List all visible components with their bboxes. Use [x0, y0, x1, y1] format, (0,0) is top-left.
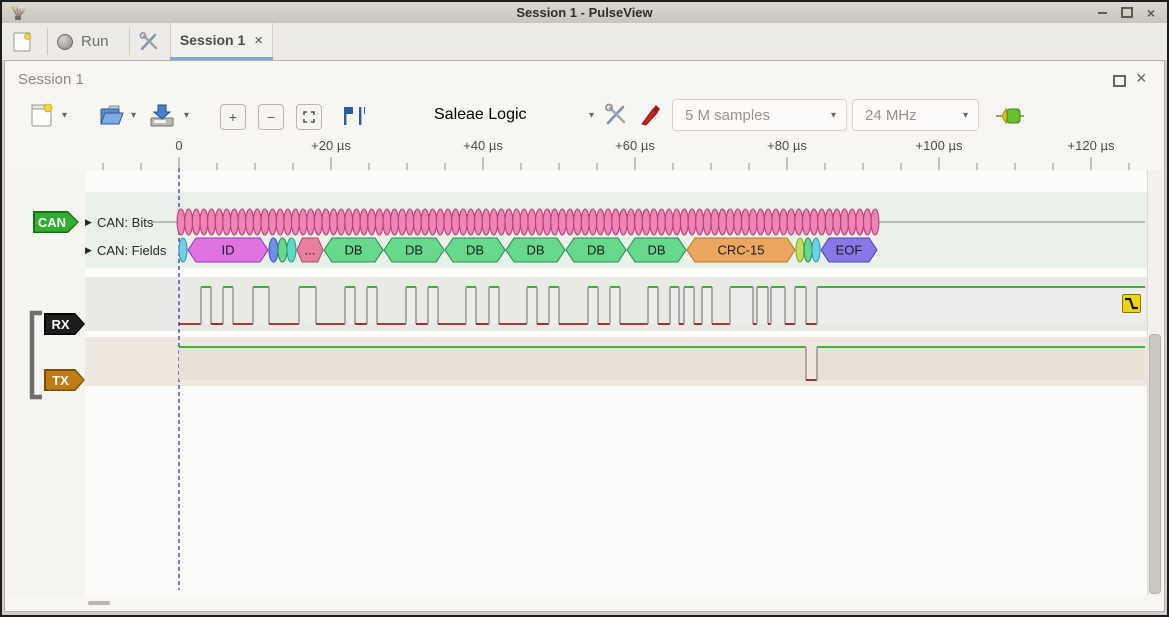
horizontal-scrollbar-handle[interactable]: [88, 601, 110, 605]
row-expander-icon[interactable]: ▶: [85, 245, 92, 256]
vertical-scrollbar-handle[interactable]: [1149, 334, 1161, 594]
run-label: Run: [81, 33, 109, 50]
zoom-in-icon: +: [229, 109, 237, 125]
run-icon: [57, 34, 73, 50]
zoom-fit-icon: [303, 111, 315, 123]
title-bar: Session 1 - PulseView ×: [2, 2, 1167, 24]
close-icon[interactable]: ×: [1147, 8, 1155, 18]
ruler-label: +120 µs: [1068, 138, 1115, 153]
save-file-icon[interactable]: [148, 102, 176, 128]
sample-count-select[interactable]: 5 M samples ▾: [672, 99, 847, 131]
decoder-row-label: CAN: Fields: [97, 243, 166, 258]
tab-close-icon[interactable]: ×: [254, 32, 263, 49]
ruler-label: +80 µs: [767, 138, 807, 153]
new-session-icon[interactable]: [13, 31, 33, 53]
sample-rate-select[interactable]: 24 MHz ▾: [852, 99, 979, 131]
maximize-icon[interactable]: [1121, 7, 1133, 18]
channel-band-tx: [85, 337, 1147, 386]
falling-edge-icon: [1123, 295, 1140, 312]
session-window-title: Session 1: [18, 71, 84, 88]
device-select[interactable]: Saleae Logic ▾: [434, 99, 594, 131]
settings-tools-icon[interactable]: [138, 31, 160, 53]
new-file-icon[interactable]: [30, 102, 54, 128]
channel-band-rx: [85, 277, 1147, 331]
probe-icon[interactable]: [639, 103, 663, 127]
ruler-label: +100 µs: [916, 138, 963, 153]
toolbar-separator: [129, 28, 130, 55]
zoom-out-icon: −: [267, 109, 275, 125]
run-button[interactable]: Run: [57, 28, 109, 55]
tab-session-1[interactable]: Session 1 ×: [170, 23, 273, 57]
decoder-band: [85, 192, 1147, 268]
ruler-label: +20 µs: [311, 138, 351, 153]
zoom-out-button[interactable]: −: [258, 104, 284, 130]
sample-rate-value: 24 MHz: [865, 107, 917, 124]
pulseview-window: { "window": { "title": "Session 1 - Puls…: [0, 0, 1169, 617]
row-expander-icon[interactable]: ▶: [85, 217, 92, 228]
show-cursors-icon[interactable]: [341, 105, 365, 127]
open-file-icon[interactable]: [99, 103, 125, 127]
minimize-icon[interactable]: [1098, 12, 1107, 14]
save-dropdown-icon[interactable]: ▾: [184, 110, 189, 121]
session-close-icon[interactable]: ×: [1136, 68, 1147, 89]
tab-label: Session 1: [180, 32, 245, 48]
restore-icon[interactable]: [1113, 75, 1126, 87]
new-file-dropdown-icon[interactable]: ▾: [62, 110, 67, 121]
ruler-label: +40 µs: [463, 138, 503, 153]
decoder-row-label: CAN: Bits: [97, 215, 153, 230]
window-title: Session 1 - PulseView: [2, 5, 1167, 20]
device-dropdown-icon: ▾: [589, 110, 594, 121]
device-config-icon[interactable]: [604, 103, 628, 127]
sample-count-value: 5 M samples: [685, 107, 770, 124]
sample-count-dropdown-icon: ▾: [831, 110, 836, 121]
add-decoder-icon[interactable]: [996, 107, 1024, 125]
main-toolbar: Run Session 1 ×: [2, 23, 1167, 61]
trigger-marker-falling-edge[interactable]: [1122, 294, 1141, 313]
zoom-fit-button[interactable]: [296, 104, 322, 130]
sample-rate-dropdown-icon: ▾: [963, 110, 968, 121]
ruler-label: +60 µs: [615, 138, 655, 153]
device-select-value: Saleae Logic: [434, 106, 527, 124]
zoom-in-button[interactable]: +: [220, 104, 246, 130]
ruler-label: 0: [175, 138, 182, 153]
toolbar-separator: [47, 28, 48, 55]
open-file-dropdown-icon[interactable]: ▾: [131, 110, 136, 121]
